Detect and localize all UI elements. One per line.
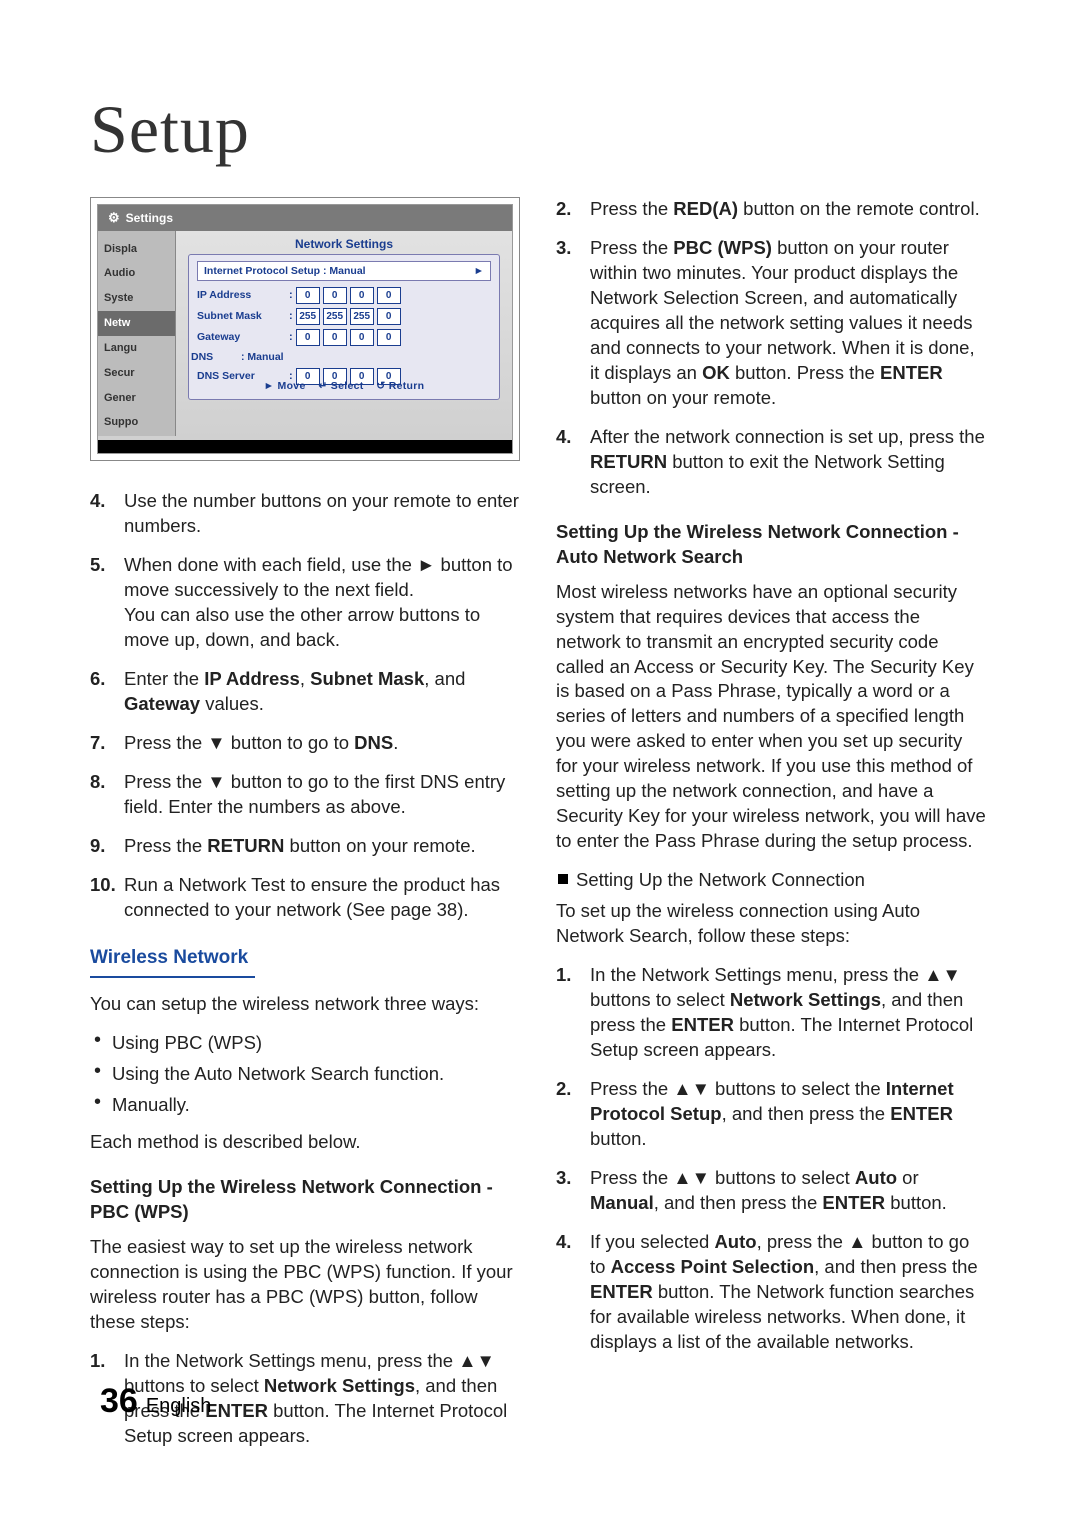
tv-sidebar: Displa Audio Syste Netw Langu Secur Gene… bbox=[98, 231, 176, 436]
page-lang: English bbox=[146, 1395, 212, 1418]
wireless-heading: Wireless Network bbox=[90, 945, 520, 971]
auto-steps-list: 1.In the Network Settings menu, press th… bbox=[556, 963, 986, 1355]
auto-heading: Setting Up the Wireless Network Connecti… bbox=[556, 520, 986, 570]
left-column: ⚙ Settings Displa Audio Syste Netw Langu… bbox=[90, 197, 520, 1463]
auto-sub-intro: To set up the wireless connection using … bbox=[556, 899, 986, 949]
wireless-bullets: Using PBC (WPS)Using the Auto Network Se… bbox=[90, 1031, 520, 1118]
wireless-intro: You can setup the wireless network three… bbox=[90, 992, 520, 1017]
pbc-intro: The easiest way to set up the wireless n… bbox=[90, 1235, 520, 1335]
tv-screenshot: ⚙ Settings Displa Audio Syste Netw Langu… bbox=[90, 197, 520, 461]
square-bullet-icon bbox=[558, 874, 568, 884]
page-title: Setup bbox=[90, 90, 990, 169]
chevron-right-icon: ► bbox=[474, 264, 484, 278]
page-footer: 36 English bbox=[100, 1382, 211, 1421]
left-steps-list: 4.Use the number buttons on your remote … bbox=[90, 489, 520, 923]
auto-sub-heading: Setting Up the Network Connection bbox=[556, 868, 986, 893]
pbc-heading: Setting Up the Wireless Network Connecti… bbox=[90, 1175, 520, 1225]
tv-settings-label: Settings bbox=[126, 210, 173, 226]
right-column: 2.Press the RED(A) button on the remote … bbox=[556, 197, 986, 1463]
page-number: 36 bbox=[100, 1382, 138, 1421]
right-steps-list: 2.Press the RED(A) button on the remote … bbox=[556, 197, 986, 500]
wireless-after: Each method is described below. bbox=[90, 1130, 520, 1155]
tv-panel-title: Network Settings bbox=[176, 231, 512, 254]
auto-para: Most wireless networks have an optional … bbox=[556, 580, 986, 855]
gear-icon: ⚙ bbox=[108, 209, 120, 227]
